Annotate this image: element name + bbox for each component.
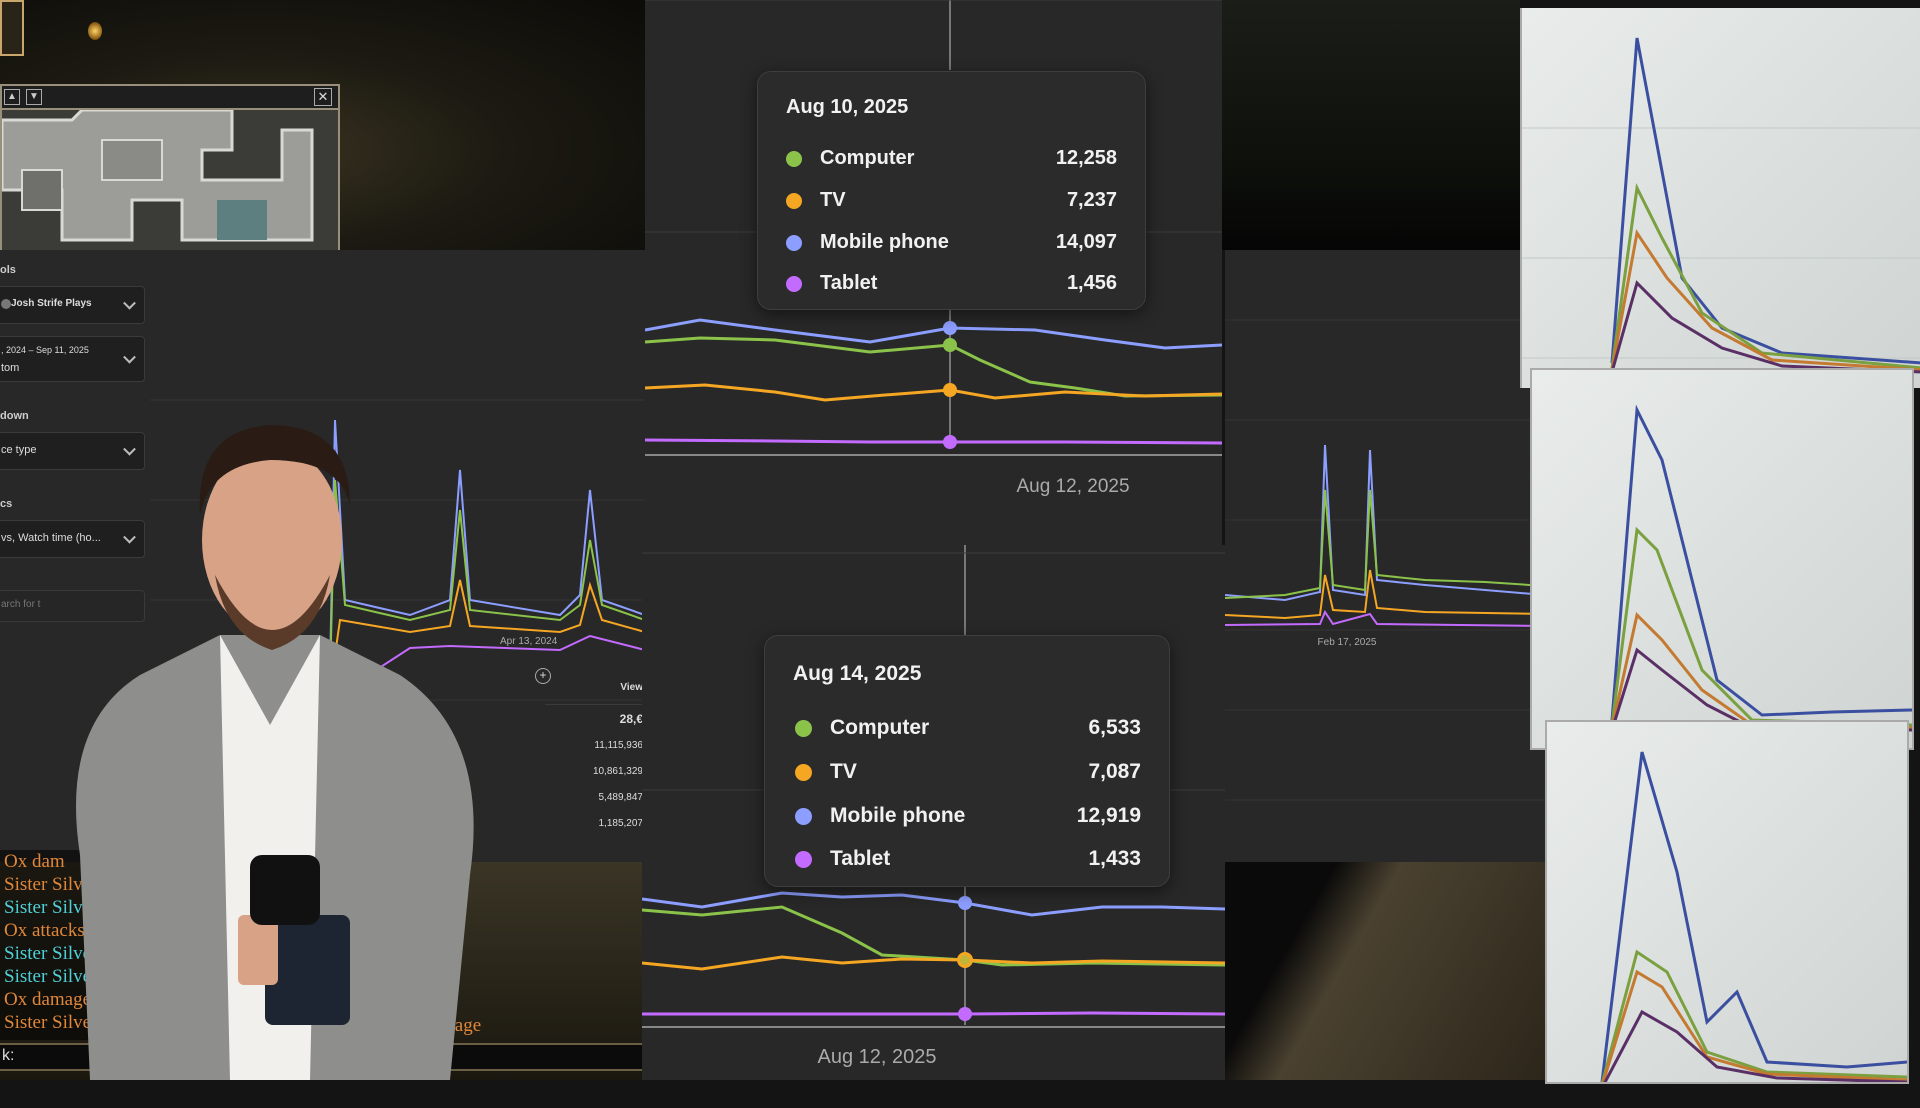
tooltip-top-value-tv: 7,237 [1066,189,1117,211]
sketch-chart-3 [1600,751,1908,1089]
sketch-panel-3 [1545,720,1909,1089]
bottom-chart-x-label: Aug 12, 2025 [818,1046,937,1068]
bottom-chart-series-computer [642,905,1225,967]
table-header-views[interactable]: View [620,682,643,693]
tooltip-bottom-value-computer: 6,533 [1088,716,1141,739]
tooltip-bottom-value-mobile: 12,919 [1076,804,1141,827]
minimap-window[interactable]: ▲ ▼ ✕ [0,84,340,254]
top-chart-x-label: Aug 12, 2025 [1016,476,1129,497]
table-cell-row4: 1,185,207 [598,818,644,829]
tooltip-top-label-computer: Computer [820,147,915,169]
tooltip-bottom-label-tablet: Tablet [830,847,891,870]
table-cell-row2: 10,861,329 [592,766,643,777]
torch-light [88,22,102,40]
tooltip-bottom-value-tablet: 1,433 [1088,847,1141,870]
tooltip-bottom: Aug 14, 2025 Computer 6,533 TV 7,087 Mob… [764,635,1170,887]
tooltip-top-label-mobile: Mobile phone [820,231,949,253]
section-label-metrics: cs [0,498,13,510]
tooltip-bottom-label-computer: Computer [830,716,930,739]
tooltip-bottom-label-tv: TV [830,760,857,783]
bottom-chart-point-computer[interactable] [960,955,970,965]
bottom-chart-series-tablet [642,1011,1225,1016]
minimap-titlebar[interactable]: ▲ ▼ ✕ [2,86,338,110]
top-chart-point-computer[interactable] [943,338,957,352]
tooltip-bottom-row-mobile: Mobile phone 12,919 [765,804,1169,828]
sketch-chart-1 [1522,37,1920,374]
close-icon[interactable]: ✕ [314,88,332,106]
table-cell-row1: 11,115,936 [594,740,643,751]
tooltip-top-label-tv: TV [820,189,846,211]
top-chart-series-mobile [645,318,1222,350]
channel-avatar [1,299,11,309]
tooltip-top-row-mobile: Mobile phone 14,097 [758,231,1145,254]
tooltip-bottom-row-computer: Computer 6,533 [765,716,1169,740]
game-scene-top-left: ▲ ▼ ✕ [0,0,647,254]
game-scene-bottom-right [1225,862,1545,1080]
computer-dot-icon [786,150,802,167]
minimap-dungeon [2,110,314,242]
tooltip-top-label-tablet: Tablet [820,272,878,294]
tv-dot-icon [786,192,802,209]
microphone [250,855,320,925]
table-cell-row3: 5,489,847 [598,792,644,803]
sketch-panel-1 [1520,8,1920,388]
tooltip-top-value-mobile: 14,097 [1055,231,1117,253]
tablet-dot-icon [795,850,812,868]
tooltip-top-value-tablet: 1,456 [1066,272,1117,294]
tooltip-bottom-row-tablet: Tablet 1,433 [765,847,1169,871]
right-chart-x-label: Feb 17, 2025 [1318,637,1377,648]
tooltip-bottom-label-mobile: Mobile phone [830,804,966,827]
sketch-chart-2 [1610,404,1913,732]
tooltip-bottom-row-tv: TV 7,087 [765,760,1169,784]
tooltip-top-row-tv: TV 7,237 [758,189,1145,212]
sword-icon[interactable] [0,0,24,56]
mobile-dot-icon [786,234,802,251]
tooltip-top-date: Aug 10, 2025 [786,96,909,118]
top-chart-point-tablet[interactable] [943,435,957,449]
center-chart-top: Aug 12, 2025 Aug 10, 2025 Computer 12,25… [645,0,1222,545]
minimap-zoom-out-icon[interactable]: ▼ [26,89,42,105]
mobile-dot-icon [795,807,812,825]
tooltip-bottom-date: Aug 14, 2025 [793,662,922,685]
analytics-panel-right: Feb 17, 2025 [1225,250,1545,862]
tooltip-top-row-computer: Computer 12,258 [758,147,1145,170]
bottom-chart-point-tablet[interactable] [958,1007,972,1021]
tv-dot-icon [795,763,812,781]
tooltip-top-value-computer: 12,258 [1055,147,1117,169]
right-line-chart: Feb 17, 2025 [1225,319,1545,801]
right-chart-series-tv [1225,569,1545,620]
presenter [20,255,540,1080]
center-chart-bottom: Aug 12, 2025 Aug 14, 2025 Computer 6,533… [642,545,1225,1080]
top-chart-point-tv[interactable] [943,383,957,397]
top-chart-point-mobile[interactable] [943,321,957,335]
tooltip-top-row-tablet: Tablet 1,456 [758,272,1145,295]
bottom-chart-point-mobile[interactable] [958,896,972,910]
presenter-figure [76,425,474,1080]
game-scene-top-right [1222,0,1520,250]
bottom-chart-series-tv [642,955,1225,971]
tooltip-top: Aug 10, 2025 Computer 12,258 TV 7,237 Mo… [757,71,1146,310]
table-cell-total: 28,€ [619,712,643,726]
minimap-zoom-in-icon[interactable]: ▲ [4,89,20,105]
top-chart-series-tv [645,383,1222,402]
top-chart-series-tablet [645,438,1222,445]
section-label-tools: ols [0,264,16,276]
date-range-line2: tom [1,362,20,374]
computer-dot-icon [795,719,812,737]
chat-input-prefix: k: [2,1047,15,1064]
tablet-dot-icon [786,275,802,292]
sketch-panel-2 [1530,368,1914,750]
tooltip-bottom-value-tv: 7,087 [1088,760,1141,783]
